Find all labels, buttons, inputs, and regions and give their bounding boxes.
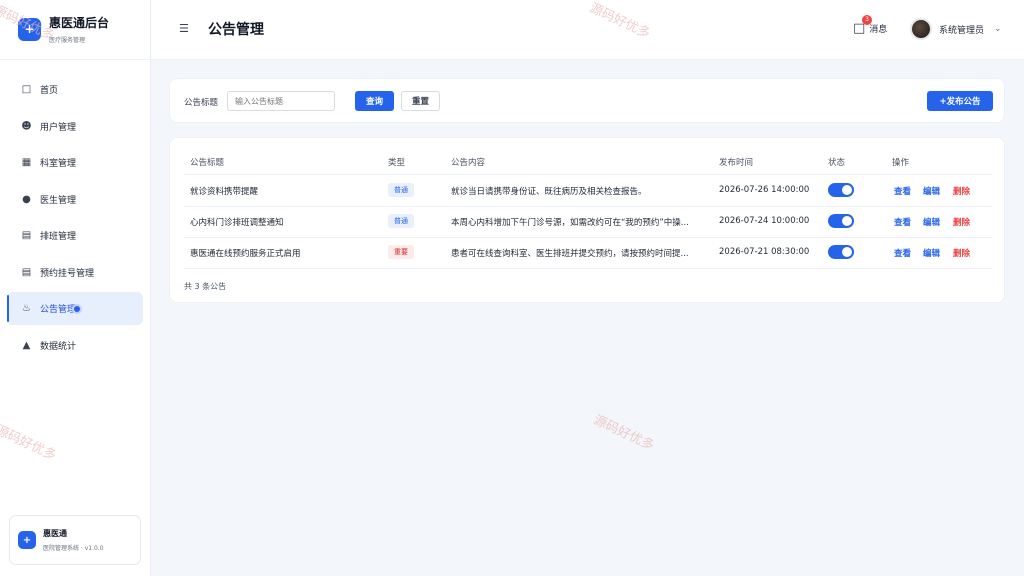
view-link[interactable]: 查看 <box>894 247 911 259</box>
announcement-content: 就诊当日请携带身份证、既往病历及相关检查报告。 <box>451 187 647 197</box>
status-toggle[interactable] <box>828 214 854 228</box>
status-toggle[interactable] <box>828 245 854 259</box>
sidebar-item-schedule[interactable]: ▤ 排班管理 <box>7 219 143 252</box>
hospital-logo-icon: + <box>18 17 41 41</box>
title-search-input[interactable] <box>227 91 335 111</box>
table-row: 心内科门诊排班调整通知 普通 本周心内科增加下午门诊号源，如需改约可在“我的预约… <box>170 206 1006 237</box>
chart-icon: ▲ <box>22 339 31 351</box>
sidebar-item-label: 排班管理 <box>40 232 77 242</box>
sidebar-item-label: 首页 <box>40 86 59 96</box>
delete-link[interactable]: 删除 <box>953 185 970 197</box>
hospital-logo-icon: + <box>18 531 36 549</box>
messages-label: 消息 <box>869 25 888 35</box>
total-count: 共 3 条公告 <box>184 282 227 291</box>
type-tag: 普通 <box>388 183 414 197</box>
sidebar-item-departments[interactable]: ▦ 科室管理 <box>7 146 143 179</box>
announcement-content: 本周心内科增加下午门诊号源，如需改约可在“我的预约”中操... <box>451 218 689 228</box>
column-header-title: 公告标题 <box>190 158 225 168</box>
filter-bar: 公告标题 查询 重置 +发布公告 <box>169 78 1005 123</box>
sidebar-item-announcements[interactable]: ♨ 公告管理 <box>7 292 143 325</box>
sidebar-item-label: 数据统计 <box>40 341 77 352</box>
user-name: 系统管理员 <box>939 25 985 36</box>
footer-version: 医院管理系统 · v1.0.0 <box>43 545 104 552</box>
brand: + 惠医通后台 医疗服务管理 <box>18 14 109 44</box>
watermark: 源码好优多 <box>591 412 657 454</box>
sidebar: + 惠医通后台 医疗服务管理 □ 首页 ☻ 用户管理 ▦ 科室管理 ● 医生管理… <box>0 0 151 576</box>
sidebar-item-label: 医生管理 <box>40 195 77 206</box>
announcement-title: 就诊资料携带提醒 <box>190 187 259 197</box>
announcement-title: 惠医通在线预约服务正式启用 <box>190 249 301 259</box>
monitor-icon: □ <box>21 84 32 95</box>
page-title: 公告管理 <box>208 22 264 38</box>
query-button[interactable]: 查询 <box>355 91 394 111</box>
announcement-title: 心内科门诊排班调整通知 <box>190 218 284 228</box>
announcement-table: 公告标题 类型 公告内容 发布时间 状态 操作 就诊资料携带提醒 普通 就诊当日… <box>169 137 1005 303</box>
column-header-type: 类型 <box>388 158 406 168</box>
sidebar-nav: □ 首页 ☻ 用户管理 ▦ 科室管理 ● 医生管理 ▤ 排班管理 ▤ 预约挂号管… <box>7 73 143 365</box>
calendar-icon: ▤ <box>21 230 32 241</box>
sidebar-item-label: 用户管理 <box>40 122 77 133</box>
column-header-content: 公告内容 <box>451 158 486 168</box>
sidebar-item-label: 公告管理 <box>40 305 77 315</box>
chat-icon: □ 3 <box>853 15 872 36</box>
brand-title: 惠医通后台 <box>49 16 110 30</box>
publish-time: 2026-07-21 08:30:00 <box>719 247 810 257</box>
publish-announcement-button[interactable]: +发布公告 <box>927 91 993 111</box>
publish-time: 2026-07-24 10:00:00 <box>719 216 810 226</box>
column-header-actions: 操作 <box>892 158 910 168</box>
sidebar-item-users[interactable]: ☻ 用户管理 <box>7 110 143 143</box>
version-card: + 惠医通 医院管理系统 · v1.0.0 <box>9 515 141 565</box>
publish-time: 2026-07-26 14:00:00 <box>719 185 810 195</box>
view-link[interactable]: 查看 <box>894 216 911 228</box>
type-tag: 普通 <box>388 214 414 228</box>
title-filter-label: 公告标题 <box>184 98 219 108</box>
sidebar-item-doctors[interactable]: ● 医生管理 <box>7 183 143 216</box>
sidebar-item-label: 科室管理 <box>40 159 77 169</box>
column-header-time: 发布时间 <box>719 158 754 168</box>
edit-link[interactable]: 编辑 <box>923 247 940 259</box>
sidebar-divider <box>0 59 151 60</box>
footer-title: 惠医通 <box>43 529 67 538</box>
delete-link[interactable]: 删除 <box>953 247 970 259</box>
brand-subtitle: 医疗服务管理 <box>49 37 86 44</box>
edit-link[interactable]: 编辑 <box>923 185 940 197</box>
bell-icon: ♨ <box>22 303 31 314</box>
menu-toggle-icon[interactable]: ☰ <box>179 22 189 35</box>
delete-link[interactable]: 删除 <box>953 216 970 228</box>
cursor-indicator <box>72 303 83 314</box>
edit-link[interactable]: 编辑 <box>923 216 940 228</box>
table-row: 就诊资料携带提醒 普通 就诊当日请携带身份证、既往病历及相关检查报告。 2026… <box>170 175 1006 206</box>
sidebar-item-appointments[interactable]: ▤ 预约挂号管理 <box>7 256 143 289</box>
message-count-badge: 3 <box>862 15 872 25</box>
user-menu[interactable]: 系统管理员 ⌄ <box>910 18 1002 40</box>
sidebar-item-label: 预约挂号管理 <box>40 268 95 279</box>
view-link[interactable]: 查看 <box>894 185 911 197</box>
messages-button[interactable]: □ 3 消息 <box>853 15 888 36</box>
sidebar-item-home[interactable]: □ 首页 <box>7 73 143 106</box>
announcement-content: 患者可在线查询科室、医生排班并提交预约，请按预约时间提... <box>451 249 689 259</box>
sidebar-item-statistics[interactable]: ▲ 数据统计 <box>7 329 143 362</box>
status-toggle[interactable] <box>828 183 854 197</box>
document-icon: ▤ <box>21 266 32 278</box>
type-tag: 重要 <box>388 245 414 259</box>
building-icon: ▦ <box>21 157 32 168</box>
row-divider <box>184 268 992 269</box>
doctor-icon: ● <box>22 193 31 205</box>
reset-button[interactable]: 重置 <box>401 91 440 111</box>
column-header-status: 状态 <box>828 158 846 168</box>
avatar <box>910 18 932 40</box>
user-icon: ☻ <box>21 120 32 132</box>
table-row: 惠医通在线预约服务正式启用 重要 患者可在线查询科室、医生排班并提交预约，请按预… <box>170 237 1006 268</box>
topbar: ☰ 公告管理 □ 3 消息 系统管理员 ⌄ <box>151 0 1024 60</box>
chevron-down-icon: ⌄ <box>994 24 1002 34</box>
